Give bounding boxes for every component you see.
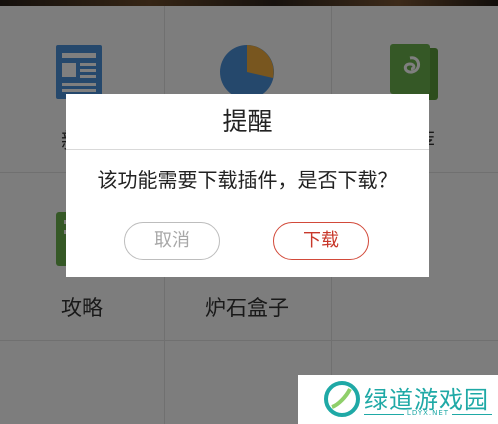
dialog-message: 该功能需要下载插件，是否下载？ xyxy=(97,168,398,192)
cancel-button[interactable]: 取消 xyxy=(124,222,220,260)
watermark: 绿道游戏园 LDYX.NET xyxy=(298,375,498,424)
dialog-divider xyxy=(66,149,429,150)
dialog-title: 提醒 xyxy=(222,107,273,136)
download-button[interactable]: 下载 xyxy=(273,222,369,260)
watermark-domain: LDYX.NET xyxy=(364,409,492,417)
download-plugin-dialog: 提醒 该功能需要下载插件，是否下载？ 取消 下载 xyxy=(66,94,429,277)
watermark-logo-icon xyxy=(324,381,360,421)
